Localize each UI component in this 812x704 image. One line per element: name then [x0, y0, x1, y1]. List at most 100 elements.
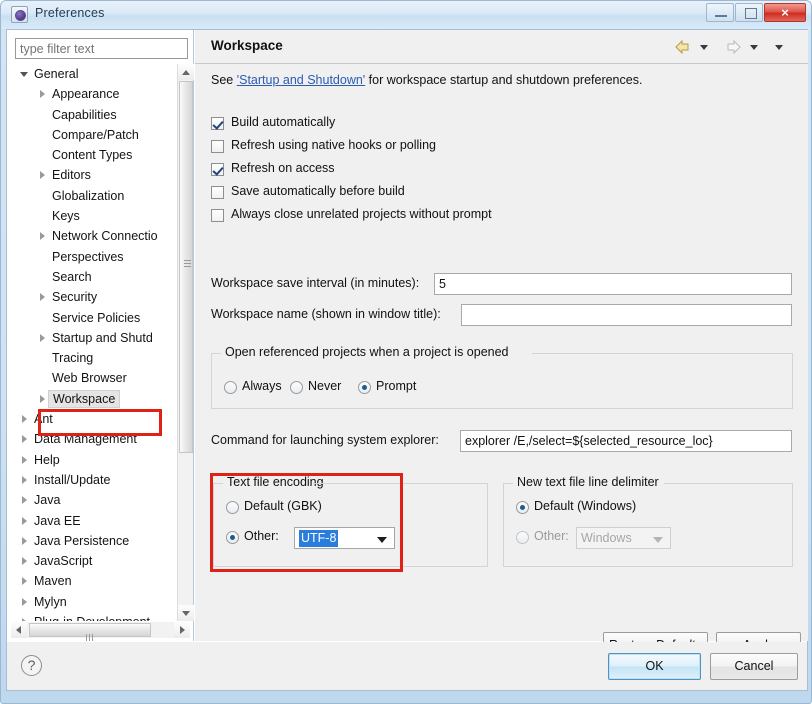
tree-item-label: Network Connectio: [52, 229, 158, 244]
checkbox-label: Always close unrelated projects without …: [231, 207, 492, 221]
filter-input[interactable]: [15, 38, 188, 59]
tree-item-content-types[interactable]: Content Types: [11, 145, 170, 165]
tree-item-keys[interactable]: Keys: [11, 206, 170, 226]
help-question-icon[interactable]: ?: [21, 655, 42, 676]
tree-item-java-ee[interactable]: Java EE: [11, 511, 170, 531]
scroll-down-icon[interactable]: [178, 605, 194, 621]
chevron-down-icon: [377, 537, 387, 543]
tree-item-web-browser[interactable]: Web Browser: [11, 368, 170, 388]
expand-arrow-right-icon[interactable]: [38, 90, 47, 99]
expand-arrow-right-icon[interactable]: [20, 516, 29, 526]
scrollbar-grip-icon: [86, 628, 95, 641]
startup-shutdown-link[interactable]: 'Startup and Shutdown': [237, 73, 365, 87]
delimiter-combo[interactable]: Windows: [576, 527, 671, 549]
expand-arrow-down-icon[interactable]: [20, 70, 29, 79]
tree-item-install-update[interactable]: Install/Update: [11, 470, 170, 490]
expand-arrow-right-icon[interactable]: [20, 597, 29, 607]
expand-arrow-right-icon[interactable]: [38, 232, 47, 241]
tree-item-help[interactable]: Help: [11, 450, 170, 470]
save-interval-input[interactable]: [434, 273, 792, 295]
tree-item-maven[interactable]: Maven: [11, 571, 170, 591]
tree-item-security[interactable]: Security: [11, 287, 170, 307]
tree-item-compare-patch[interactable]: Compare/Patch: [11, 125, 170, 145]
text-file-encoding-title: Text file encoding: [223, 475, 328, 489]
page-menu-chevron-down-icon[interactable]: [775, 45, 784, 51]
tree-hscrollbar-thumb[interactable]: [29, 623, 151, 641]
expand-arrow-right-icon[interactable]: [20, 415, 29, 424]
close-button[interactable]: ×: [764, 3, 806, 22]
radio-indicator: [226, 501, 239, 514]
tree-item-mylyn[interactable]: Mylyn: [11, 592, 170, 612]
expand-arrow-right-icon[interactable]: [20, 455, 29, 465]
expand-arrow-right-icon[interactable]: [20, 557, 29, 566]
text-file-encoding-group: Text file encoding Default (GBK) Other: …: [213, 475, 488, 567]
tree-item-workspace[interactable]: Workspace: [11, 389, 170, 409]
expand-arrow-right-icon[interactable]: [20, 435, 29, 444]
system-explorer-label: Command for launching system explorer:: [211, 433, 439, 447]
tree-item-globalization[interactable]: Globalization: [11, 186, 170, 206]
back-history-chevron-down-icon[interactable]: [700, 45, 709, 51]
expand-arrow-right-icon[interactable]: [20, 618, 29, 621]
expand-arrow-right-icon[interactable]: [20, 577, 29, 586]
tree-item-search[interactable]: Search: [11, 267, 170, 287]
checkbox-label: Save automatically before build: [231, 184, 405, 198]
tree-scrollbar-thumb[interactable]: [179, 81, 193, 453]
forward-arrow-icon[interactable]: [725, 40, 741, 54]
tree-horizontal-scrollbar[interactable]: [11, 622, 190, 641]
ok-button[interactable]: OK: [608, 653, 701, 680]
tree-item-label: JavaScript: [34, 554, 93, 569]
forward-history-chevron-down-icon[interactable]: [750, 45, 759, 51]
expand-arrow-right-icon[interactable]: [38, 171, 47, 180]
checkbox-indicator: [211, 163, 224, 176]
tree-item-ant[interactable]: Ant: [11, 409, 170, 429]
tree-item-network-connectio[interactable]: Network Connectio: [11, 226, 170, 246]
tree-item-label: Keys: [52, 209, 80, 224]
tree-item-appearance[interactable]: Appearance: [11, 84, 170, 104]
scroll-right-icon[interactable]: [174, 622, 190, 638]
tree-item-label: Mylyn: [34, 594, 67, 609]
encoding-other-label: Other:: [244, 529, 279, 543]
page-body: See 'Startup and Shutdown' for workspace…: [195, 65, 808, 658]
scroll-left-icon[interactable]: [11, 622, 27, 638]
expand-arrow-right-icon[interactable]: [38, 394, 47, 404]
tree-vertical-scrollbar[interactable]: [177, 64, 194, 621]
preferences-tree[interactable]: General Appearance Capabilities Compare/Pat…: [11, 64, 190, 621]
preference-page-pane: Workspace See 'Startup and Shutdown' for…: [195, 30, 808, 658]
cancel-button[interactable]: Cancel: [710, 653, 798, 680]
line-delimiter-title: New text file line delimiter: [513, 475, 663, 489]
tree-item-plug-in-development[interactable]: Plug-in Development: [11, 612, 170, 621]
scroll-up-icon[interactable]: [178, 64, 194, 80]
system-explorer-input[interactable]: [460, 430, 792, 452]
expand-arrow-right-icon[interactable]: [38, 333, 47, 343]
chevron-down-icon: [653, 537, 663, 543]
minimize-button[interactable]: [706, 3, 734, 22]
tree-item-perspectives[interactable]: Perspectives: [11, 247, 170, 267]
tree-item-data-management[interactable]: Data Management: [11, 429, 170, 449]
expand-arrow-right-icon[interactable]: [20, 536, 29, 546]
page-header: Workspace: [195, 30, 808, 64]
back-arrow-icon[interactable]: [675, 40, 691, 54]
tree-item-editors[interactable]: Editors: [11, 165, 170, 185]
expand-arrow-right-icon[interactable]: [20, 475, 29, 485]
tree-item-javascript[interactable]: JavaScript: [11, 551, 170, 571]
tree-item-tracing[interactable]: Tracing: [11, 348, 170, 368]
tree-item-label: Tracing: [52, 351, 94, 366]
tree-item-service-policies[interactable]: Service Policies: [11, 308, 170, 328]
encoding-combo[interactable]: UTF-8: [294, 527, 395, 549]
tree-item-java-persistence[interactable]: Java Persistence: [11, 531, 170, 551]
expand-arrow-right-icon[interactable]: [38, 293, 47, 302]
tree-item-label: Search: [52, 269, 92, 284]
window-title: Preferences: [35, 6, 105, 20]
encoding-default-label: Default (GBK): [244, 499, 322, 513]
tree-item-label: Editors: [52, 168, 91, 183]
maximize-button[interactable]: [735, 3, 763, 22]
preferences-dialog-window: Preferences × General Appearance Capabilit…: [0, 0, 812, 704]
workspace-name-input[interactable]: [461, 304, 792, 326]
expand-arrow-right-icon[interactable]: [20, 496, 29, 505]
tree-item-capabilities[interactable]: Capabilities: [11, 105, 170, 125]
tree-item-label: Plug-in Development: [34, 612, 150, 621]
tree-item-java[interactable]: Java: [11, 490, 170, 510]
tree-item-startup-and-shutd[interactable]: Startup and Shutd: [11, 328, 170, 348]
tree-item-general[interactable]: General: [11, 64, 170, 84]
line-delimiter-group: New text file line delimiter Default (Wi…: [503, 475, 793, 567]
